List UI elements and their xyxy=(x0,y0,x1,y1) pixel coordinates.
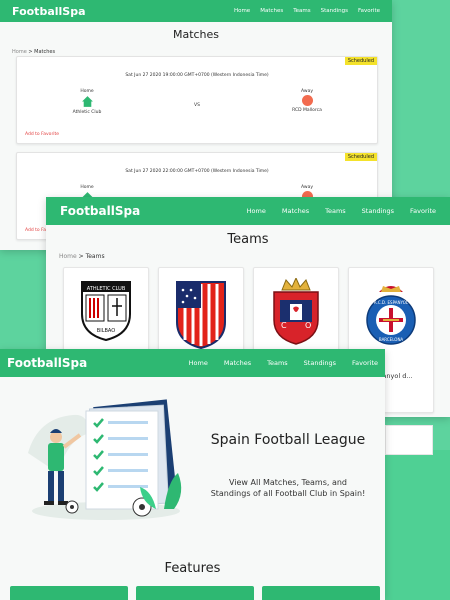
away-label: Away xyxy=(301,89,313,94)
nav-favorite[interactable]: Favorite xyxy=(410,207,436,215)
nav-home[interactable]: Home xyxy=(234,8,250,14)
match-card: Scheduled Sat Jun 27 2020 19:00:00 GMT+0… xyxy=(16,56,378,144)
features-heading: Features xyxy=(164,561,221,576)
nav-favorite[interactable]: Favorite xyxy=(352,359,378,367)
page-title: Matches xyxy=(172,28,220,41)
team-card-partial xyxy=(385,425,433,455)
feature-card[interactable] xyxy=(136,586,254,600)
match-date: Sat Jun 27 2020 22:00:00 GMT+0700 (Weste… xyxy=(125,169,269,174)
crest-text: BILBAO xyxy=(97,328,115,334)
status-badge: Scheduled xyxy=(344,57,377,65)
breadcrumb-home[interactable]: Home xyxy=(12,49,27,55)
atletico-madrid-crest-icon xyxy=(176,281,226,350)
breadcrumb: Home > Teams xyxy=(59,253,450,260)
checklist-illustration xyxy=(28,399,182,520)
nav-standings[interactable]: Standings xyxy=(321,8,348,14)
nav-matches[interactable]: Matches xyxy=(224,359,251,367)
nav-teams[interactable]: Teams xyxy=(325,207,346,215)
breadcrumb-separator: > xyxy=(78,253,84,260)
add-to-favorite-link[interactable]: Add to Favorite xyxy=(25,132,59,137)
match-date: Sat Jun 27 2020 19:00:00 GMT+0700 (Weste… xyxy=(125,73,269,78)
nav-links: Home Matches Teams Standings Favorite xyxy=(231,207,436,215)
navbar: FootballSpa Home Matches Teams Standings… xyxy=(0,349,385,377)
home-team: Home Athletic Club xyxy=(57,89,117,115)
brand-logo[interactable]: FootballSpa xyxy=(7,356,87,370)
hero-title: Spain Football League xyxy=(210,432,366,448)
svg-text:C: C xyxy=(281,321,287,330)
nav-standings[interactable]: Standings xyxy=(362,207,394,215)
nav-matches[interactable]: Matches xyxy=(260,8,283,14)
espanyol-crest-icon: R.C.D. ESPANYOL BARCELONA xyxy=(366,286,416,345)
crest-text: BARCELONA xyxy=(379,337,404,342)
feature-card[interactable] xyxy=(262,586,380,600)
breadcrumb-separator: > xyxy=(28,49,33,55)
feature-card[interactable] xyxy=(10,586,128,600)
nav-home[interactable]: Home xyxy=(189,359,208,367)
nav-links: Home Matches Teams Standings Favorite xyxy=(224,8,380,14)
brand-logo[interactable]: FootballSpa xyxy=(60,204,140,218)
hero-subtitle: View All Matches, Teams, and Standings o… xyxy=(210,478,366,498)
osasuna-crest-icon: C O xyxy=(273,278,319,345)
breadcrumb-current: Matches xyxy=(34,49,56,55)
away-team: Away RCD Mallorca xyxy=(277,89,337,113)
home-team-name: Athletic Club xyxy=(72,110,102,115)
page-title: Teams xyxy=(227,232,269,247)
away-team-name: RCD Mallorca xyxy=(292,108,322,113)
breadcrumb-home[interactable]: Home xyxy=(59,253,77,260)
navbar: FootballSpa Home Matches Teams Standings… xyxy=(0,0,392,22)
away-icon xyxy=(301,95,313,106)
svg-text:O: O xyxy=(305,321,311,330)
away-label: Away xyxy=(301,185,313,190)
crest-text: R.C.D. ESPANYOL xyxy=(374,300,409,305)
athletic-club-crest-icon: ATHLETIC CLUB BILBAO xyxy=(81,281,131,342)
status-badge: Scheduled xyxy=(344,153,377,161)
nav-favorite[interactable]: Favorite xyxy=(358,8,380,14)
home-label: Home xyxy=(80,89,94,94)
crest-text: ATHLETIC CLUB xyxy=(87,286,126,292)
brand-logo[interactable]: FootballSpa xyxy=(12,5,86,18)
nav-teams[interactable]: Teams xyxy=(267,359,288,367)
nav-matches[interactable]: Matches xyxy=(282,207,309,215)
home-label: Home xyxy=(80,185,94,190)
nav-standings[interactable]: Standings xyxy=(304,359,336,367)
nav-links: Home Matches Teams Standings Favorite xyxy=(173,359,378,367)
background-shape xyxy=(378,450,450,600)
breadcrumb-current: Teams xyxy=(85,253,105,260)
navbar: FootballSpa Home Matches Teams Standings… xyxy=(46,197,450,225)
nav-teams[interactable]: Teams xyxy=(293,8,310,14)
nav-home[interactable]: Home xyxy=(247,207,266,215)
breadcrumb: Home > Matches xyxy=(12,49,392,55)
home-page-screenshot: FootballSpa Home Matches Teams Standings… xyxy=(0,349,385,600)
